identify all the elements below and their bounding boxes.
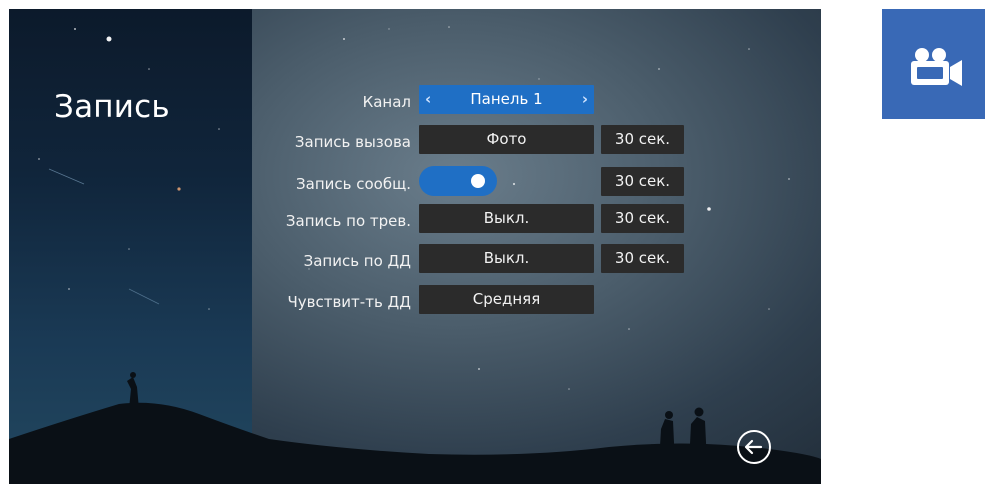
label-call-recording: Запись вызова: [294, 133, 411, 151]
label-motion-sensitivity: Чувствит-ть ДД: [287, 293, 411, 311]
call-recording-duration[interactable]: 30 сек.: [601, 125, 684, 154]
motion-recording-duration[interactable]: 30 сек.: [601, 244, 684, 273]
motion-recording-mode[interactable]: Выкл.: [419, 244, 594, 273]
call-recording-mode[interactable]: Фото: [419, 125, 594, 154]
back-arrow-icon[interactable]: [736, 429, 772, 465]
channel-value: Панель 1: [470, 90, 543, 108]
alarm-recording-duration[interactable]: 30 сек.: [601, 204, 684, 233]
message-recording-duration[interactable]: 30 сек.: [601, 167, 684, 196]
label-motion-recording: Запись по ДД: [303, 252, 411, 270]
message-recording-toggle[interactable]: [419, 166, 497, 196]
label-channel: Канал: [362, 93, 411, 111]
video-recording-tile[interactable]: [882, 9, 985, 119]
channel-selector[interactable]: ‹ Панель 1 ›: [419, 85, 594, 114]
label-message-recording: Запись сообщ.: [296, 175, 411, 193]
device-screen: Запись Канал ‹ Панель 1 › Запись вызова …: [9, 9, 821, 484]
label-alarm-recording: Запись по трев.: [285, 212, 411, 230]
motion-sensitivity-value[interactable]: Средняя: [419, 285, 594, 314]
toggle-knob: [471, 174, 485, 188]
video-camera-icon: [911, 48, 962, 86]
chevron-left-icon[interactable]: ‹: [425, 85, 431, 114]
silhouette-hills: [9, 372, 821, 484]
chevron-right-icon[interactable]: ›: [582, 85, 588, 114]
alarm-recording-mode[interactable]: Выкл.: [419, 204, 594, 233]
